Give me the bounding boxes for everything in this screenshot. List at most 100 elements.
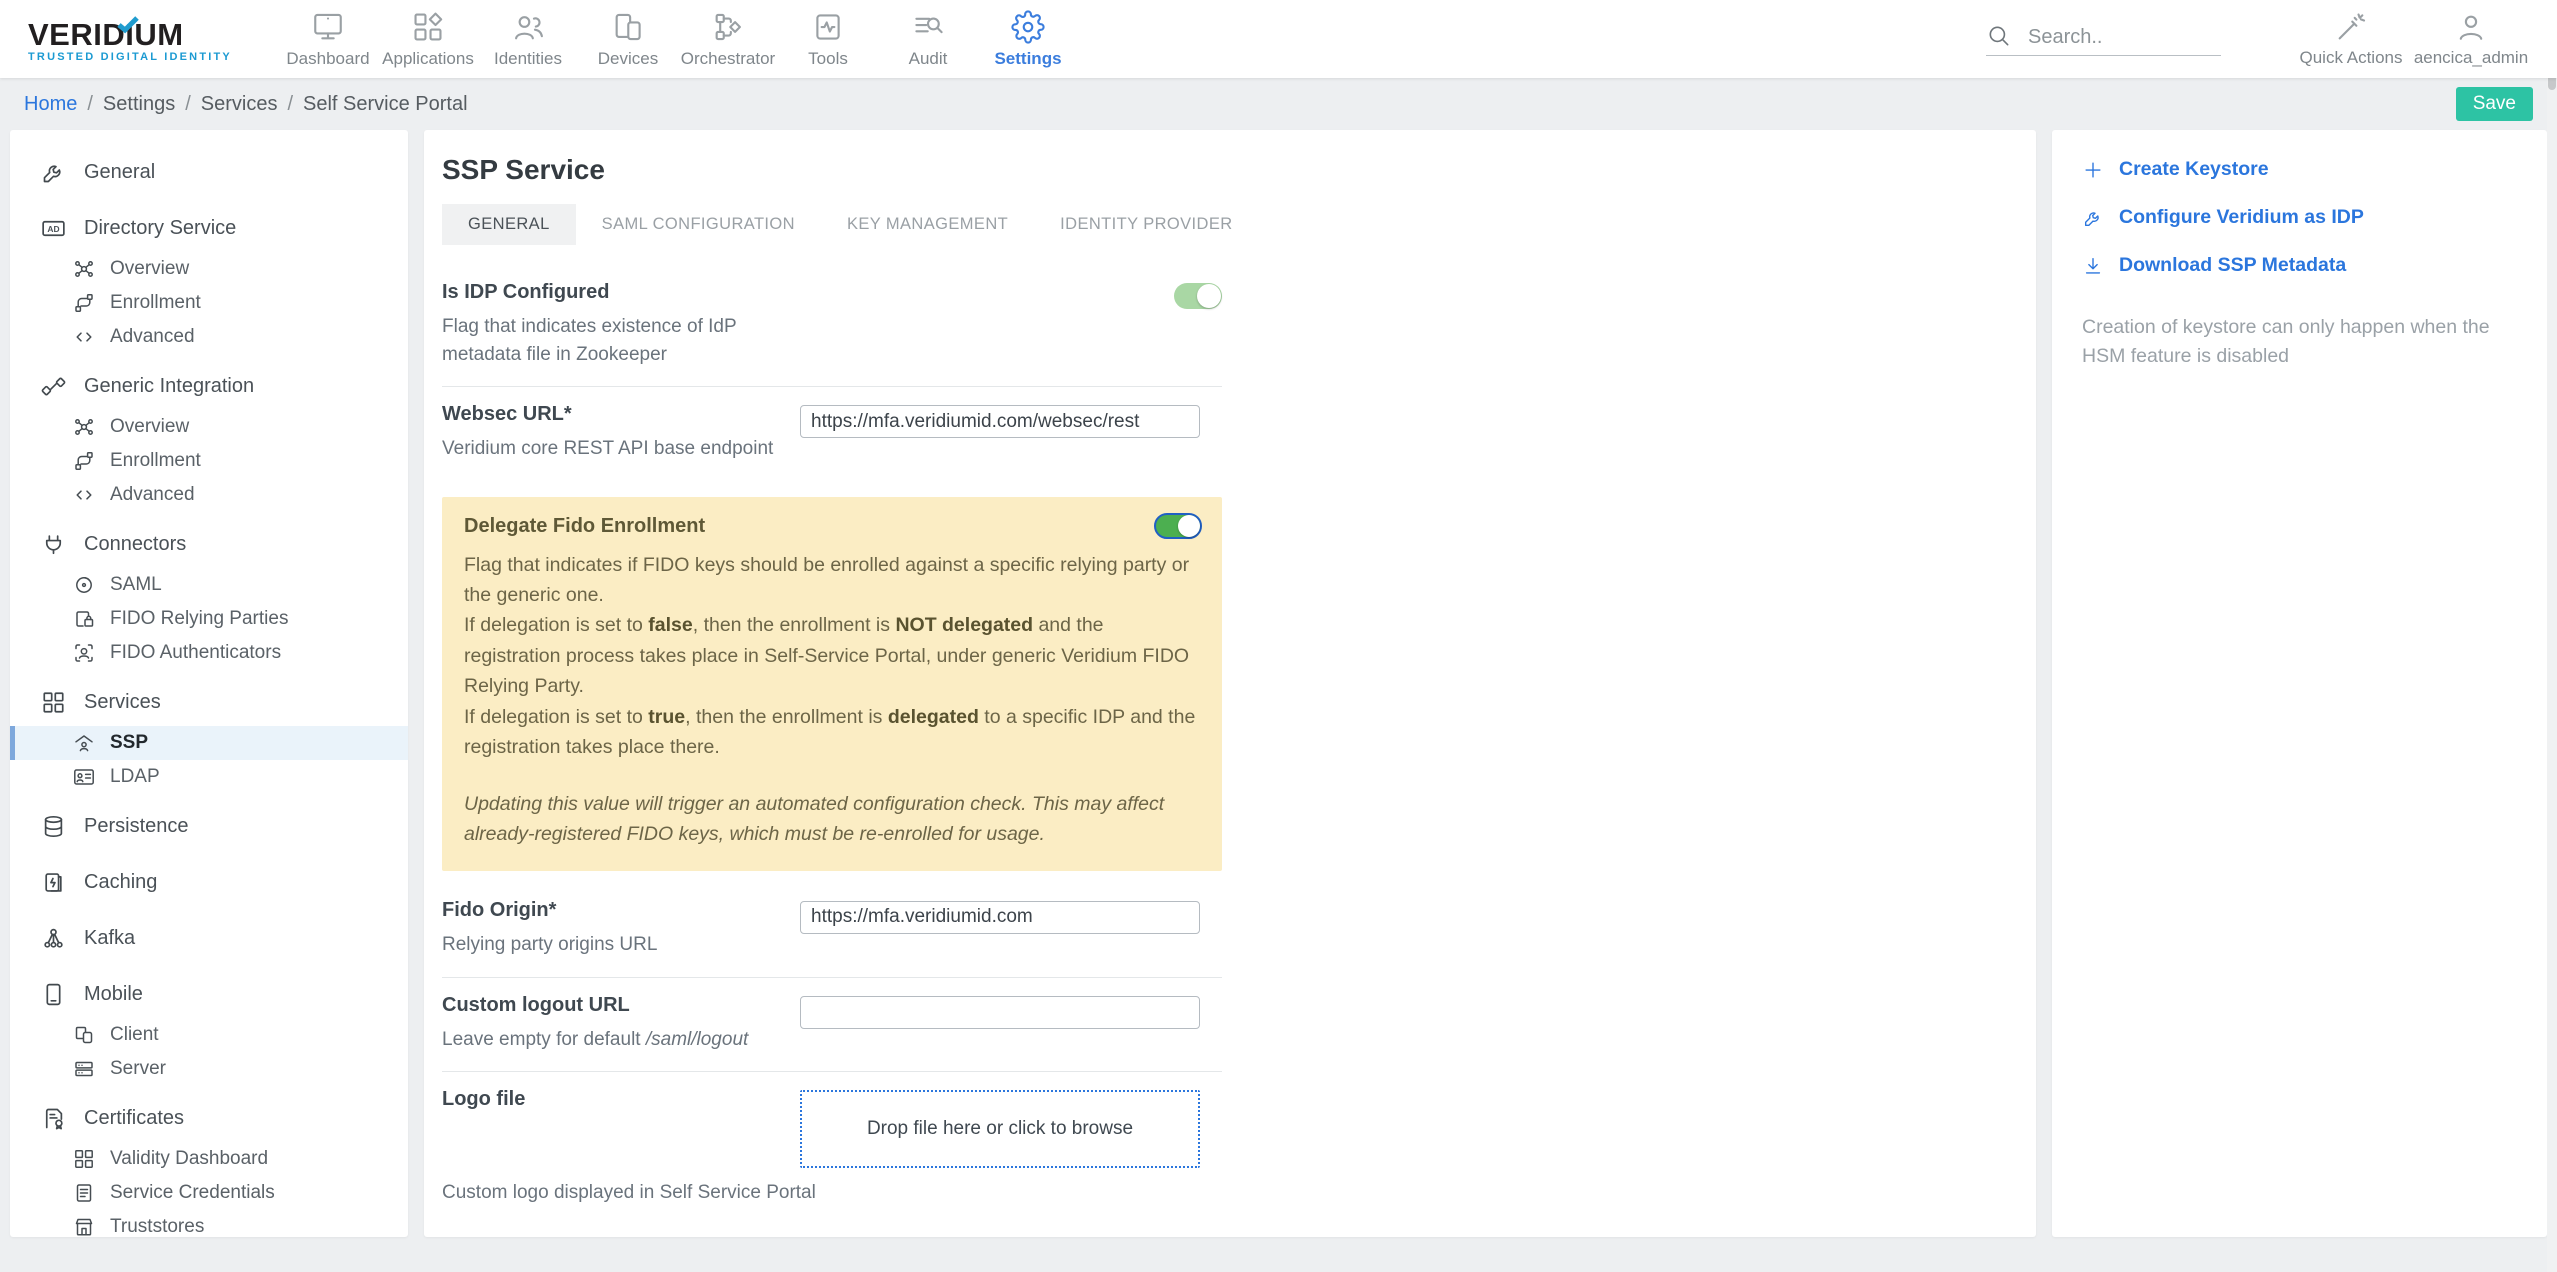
is-idp-configured-label: Is IDP Configured [442,281,610,303]
sidebar-item-label: Enrollment [110,292,201,313]
sidebar-item-validity-dashboard[interactable]: Validity Dashboard [10,1142,408,1176]
applications-icon [414,12,443,41]
nav-item-audit[interactable]: Audit [878,10,978,69]
sidebar-item-advanced[interactable]: Advanced [10,320,408,354]
fido-origin-input[interactable] [800,900,1200,934]
is-idp-configured-toggle[interactable] [1174,283,1222,309]
sidebar-section-label: Directory Service [84,217,237,239]
face-scan-icon [75,644,93,662]
sidebar-section-label: Mobile [84,983,143,1005]
configure-veridium-as-idp-link[interactable]: Configure Veridium as IDP [2082,206,2517,229]
sidebar-item-ldap[interactable]: LDAP [10,760,408,794]
route-icon [75,294,93,312]
logo-file-desc: Custom logo displayed in Self Service Po… [442,1182,816,1204]
breadcrumb-item-services[interactable]: Services [201,93,278,116]
sidebar-item-saml[interactable]: SAML [10,568,408,602]
websec-url-desc: Veridium core REST API base endpoint [442,438,774,460]
sidebar-item-enrollment[interactable]: Enrollment [10,444,408,478]
fido-origin-desc: Relying party origins URL [442,933,658,955]
toggle-knob [1197,284,1221,308]
sidebar-section-general[interactable]: General [10,149,408,196]
nav-item-orchestrator[interactable]: Orchestrator [678,10,778,69]
sidebar-item-client[interactable]: Client [10,1018,408,1052]
tools-icon [816,13,840,40]
route-icon [75,452,93,470]
websec-url-input[interactable] [800,405,1200,439]
logo-file-dropzone[interactable]: Drop file here or click to browse [800,1090,1200,1169]
actions-panel: Create Keystore Configure Veridium as IDP… [2052,130,2547,1237]
sidebar-item-enrollment[interactable]: Enrollment [10,286,408,320]
cache-icon [45,873,62,892]
sidebar-item-label: SAML [110,574,162,595]
doc-lines-icon [76,1184,92,1202]
sidebar-section-connectors[interactable]: Connectors [10,521,408,568]
breadcrumb-item-self-service-portal: Self Service Portal [303,92,468,115]
delegate-fido-toggle[interactable] [1154,512,1202,539]
custom-logout-input[interactable] [800,995,1200,1029]
sidebar-item-label: SSP [110,732,149,753]
sidebar-item-fido-authenticators[interactable]: FIDO Authenticators [10,636,408,670]
logo-check-icon [117,15,139,33]
download-ssp-metadata-link[interactable]: Download SSP Metadata [2082,254,2517,277]
sidebar-item-service-credentials[interactable]: Service Credentials [10,1176,408,1210]
delegate-fido-label: Delegate Fido Enrollment [464,514,706,537]
sidebar-section-generic-integration[interactable]: Generic Integration [10,363,408,410]
tab-identity-provider[interactable]: IDENTITY PROVIDER [1034,204,1258,245]
nav-item-dashboard[interactable]: Dashboard [278,10,378,69]
sidebar-section-label: Kafka [84,927,136,949]
kafka-icon [44,928,63,948]
nav-item-tools[interactable]: Tools [778,10,878,69]
tab-general[interactable]: GENERAL [442,204,576,245]
search-box[interactable] [1986,23,2221,56]
nav-item-applications[interactable]: Applications [378,10,478,69]
settings-icon [1011,9,1045,44]
disc-icon [76,577,92,593]
sidebar-section-mobile[interactable]: Mobile [10,971,408,1018]
sidebar-section-label: Connectors [84,533,187,555]
search-input[interactable] [2028,25,2188,49]
save-button[interactable]: Save [2455,87,2533,121]
quick-actions-button[interactable]: Quick Actions [2291,10,2411,68]
page-title: SSP Service [442,154,605,185]
sidebar-item-fido-relying-parties[interactable]: FIDO Relying Parties [10,602,408,636]
sidebar-section-caching[interactable]: Caching [10,859,408,906]
tab-saml-configuration[interactable]: SAML CONFIGURATION [576,204,821,245]
breadcrumb-separator: / [87,92,93,115]
page-scrollbar[interactable] [2547,0,2557,1272]
sidebar-item-label: Overview [110,258,190,279]
sidebar-section-certificates[interactable]: Certificates [10,1095,408,1142]
sidebar-item-label: Truststores [110,1216,205,1237]
grid-icon [75,1150,93,1168]
sidebar-item-overview[interactable]: Overview [10,410,408,444]
sidebar-item-label: Server [110,1058,166,1079]
sidebar-section-kafka[interactable]: Kafka [10,915,408,962]
veridium-logo[interactable]: VERIDIUM TRUSTED DIGITAL IDENTITY [28,15,238,63]
nav-item-label: Dashboard [286,48,370,68]
sidebar-item-truststores[interactable]: Truststores [10,1210,408,1237]
breadcrumb-item-home[interactable]: Home [24,93,77,116]
tab-key-management[interactable]: KEY MANAGEMENT [821,204,1034,245]
sidebar-item-label: Service Credentials [110,1182,275,1203]
breadcrumb-item-settings[interactable]: Settings [103,93,175,116]
sidebar-section-persistence[interactable]: Persistence [10,803,408,850]
sidebar-section-services[interactable]: Services [10,679,408,726]
nav-item-identities[interactable]: Identities [478,10,578,69]
sidebar-item-ssp[interactable]: SSP [10,726,408,760]
sidebar-item-server[interactable]: Server [10,1052,408,1086]
home-user-icon [75,735,93,752]
sidebar-item-advanced[interactable]: Advanced [10,478,408,512]
sidebar-section-directory-service[interactable]: AD Directory Service [10,205,408,252]
sidebar-item-overview[interactable]: Overview [10,252,408,286]
sidebar-section-label: Persistence [84,815,189,837]
devices-icon [615,13,641,40]
user-icon [2459,15,2483,40]
field-fido-origin: Fido Origin* Relying party origins URL [442,883,1222,977]
search-icon [1989,26,2009,45]
create-keystore-link[interactable]: Create Keystore [2082,158,2517,181]
nav-item-devices[interactable]: Devices [578,10,678,69]
device-lock-icon [76,611,94,627]
user-menu[interactable]: aencica_admin [2411,10,2531,68]
nav-item-label: Orchestrator [680,48,776,68]
nav-item-settings[interactable]: Settings [978,9,1078,69]
plug-icon [45,535,62,555]
